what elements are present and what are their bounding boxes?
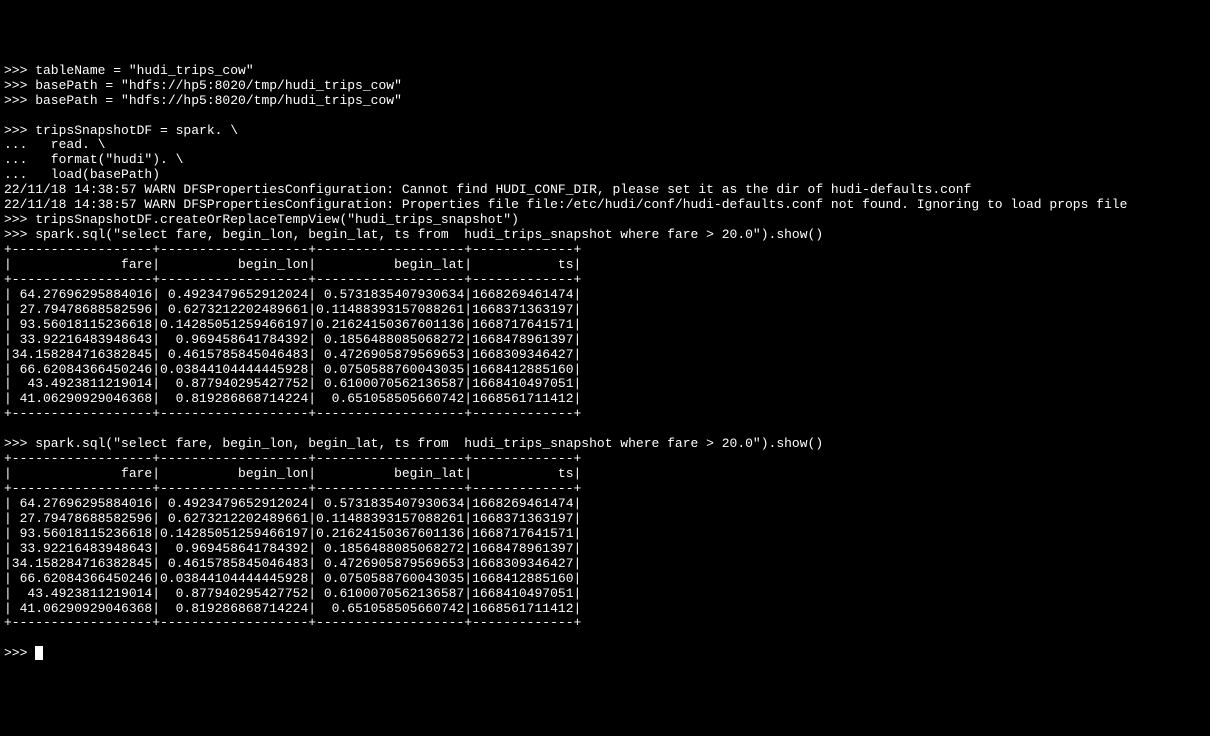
warn-line: 22/11/18 14:38:57 WARN DFSPropertiesConf…	[4, 182, 971, 197]
repl-line: >>> spark.sql("select fare, begin_lon, b…	[4, 227, 823, 242]
table-row: | 41.06290929046368| 0.819286868714224| …	[4, 391, 581, 406]
table-header: | fare| begin_lon| begin_lat| ts|	[4, 466, 581, 481]
table-row: |34.158284716382845| 0.4615785845046483|…	[4, 556, 581, 571]
cursor	[35, 646, 43, 660]
table-row: | 64.27696295884016| 0.4923479652912024|…	[4, 496, 581, 511]
table-row: |34.158284716382845| 0.4615785845046483|…	[4, 347, 581, 362]
table-row: | 43.4923811219014| 0.877940295427752| 0…	[4, 376, 581, 391]
table-border: +------------------+-------------------+…	[4, 451, 581, 466]
table-row: | 33.92216483948643| 0.969458641784392| …	[4, 541, 581, 556]
terminal-output[interactable]: >>> tableName = "hudi_trips_cow" >>> bas…	[4, 64, 1206, 662]
table-row: | 41.06290929046368| 0.819286868714224| …	[4, 601, 581, 616]
repl-continuation-line: ... format("hudi"). \	[4, 152, 183, 167]
table-header: | fare| begin_lon| begin_lat| ts|	[4, 257, 581, 272]
table-border: +------------------+-------------------+…	[4, 481, 581, 496]
repl-prompt[interactable]: >>>	[4, 646, 35, 661]
repl-line: >>> tripsSnapshotDF = spark. \	[4, 123, 238, 138]
table-row: | 27.79478688582596| 0.6273212202489661|…	[4, 511, 581, 526]
table-row: | 43.4923811219014| 0.877940295427752| 0…	[4, 586, 581, 601]
table-row: | 93.56018115236618|0.14285051259466197|…	[4, 317, 581, 332]
table-row: | 66.62084366450246|0.03844104444445928|…	[4, 362, 581, 377]
repl-line: >>> tableName = "hudi_trips_cow"	[4, 63, 254, 78]
table-row: | 33.92216483948643| 0.969458641784392| …	[4, 332, 581, 347]
repl-line: >>> basePath = "hdfs://hp5:8020/tmp/hudi…	[4, 93, 402, 108]
table-border: +------------------+-------------------+…	[4, 242, 581, 257]
table-border: +------------------+-------------------+…	[4, 406, 581, 421]
table-row: | 93.56018115236618|0.14285051259466197|…	[4, 526, 581, 541]
repl-line: >>> basePath = "hdfs://hp5:8020/tmp/hudi…	[4, 78, 402, 93]
table-row: | 66.62084366450246|0.03844104444445928|…	[4, 571, 581, 586]
repl-line: >>> spark.sql("select fare, begin_lon, b…	[4, 436, 823, 451]
repl-line: >>> tripsSnapshotDF.createOrReplaceTempV…	[4, 212, 519, 227]
repl-continuation-line: ... read. \	[4, 137, 105, 152]
table-border: +------------------+-------------------+…	[4, 615, 581, 630]
table-row: | 64.27696295884016| 0.4923479652912024|…	[4, 287, 581, 302]
warn-line: 22/11/18 14:38:57 WARN DFSPropertiesConf…	[4, 197, 1127, 212]
table-row: | 27.79478688582596| 0.6273212202489661|…	[4, 302, 581, 317]
table-border: +------------------+-------------------+…	[4, 272, 581, 287]
repl-continuation-line: ... load(basePath)	[4, 167, 160, 182]
